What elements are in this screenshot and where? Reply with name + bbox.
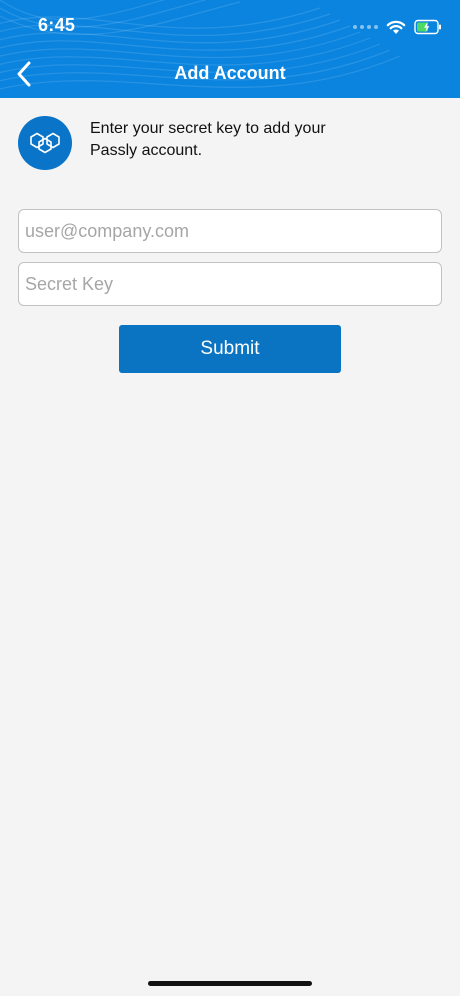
home-indicator[interactable] [148, 981, 312, 986]
secret-key-field[interactable] [18, 262, 442, 306]
hexagons-icon [30, 132, 60, 154]
wifi-icon [386, 20, 406, 34]
email-field[interactable] [18, 209, 442, 253]
submit-button[interactable]: Submit [119, 325, 341, 373]
status-icons [353, 17, 442, 37]
signal-strength-icon [353, 25, 378, 29]
header-bar: 6:45 Add Account [0, 0, 460, 98]
passly-logo-icon [18, 116, 72, 170]
page-title: Add Account [174, 63, 286, 83]
status-time: 6:45 [38, 15, 76, 35]
intro-section: Enter your secret key to add your Passly… [18, 116, 442, 170]
battery-charging-icon [414, 19, 441, 35]
intro-line-1: Enter your secret key to add your [90, 120, 326, 137]
intro-text: Enter your secret key to add your Passly… [90, 118, 390, 162]
intro-line-2: Passly account. [90, 142, 203, 159]
